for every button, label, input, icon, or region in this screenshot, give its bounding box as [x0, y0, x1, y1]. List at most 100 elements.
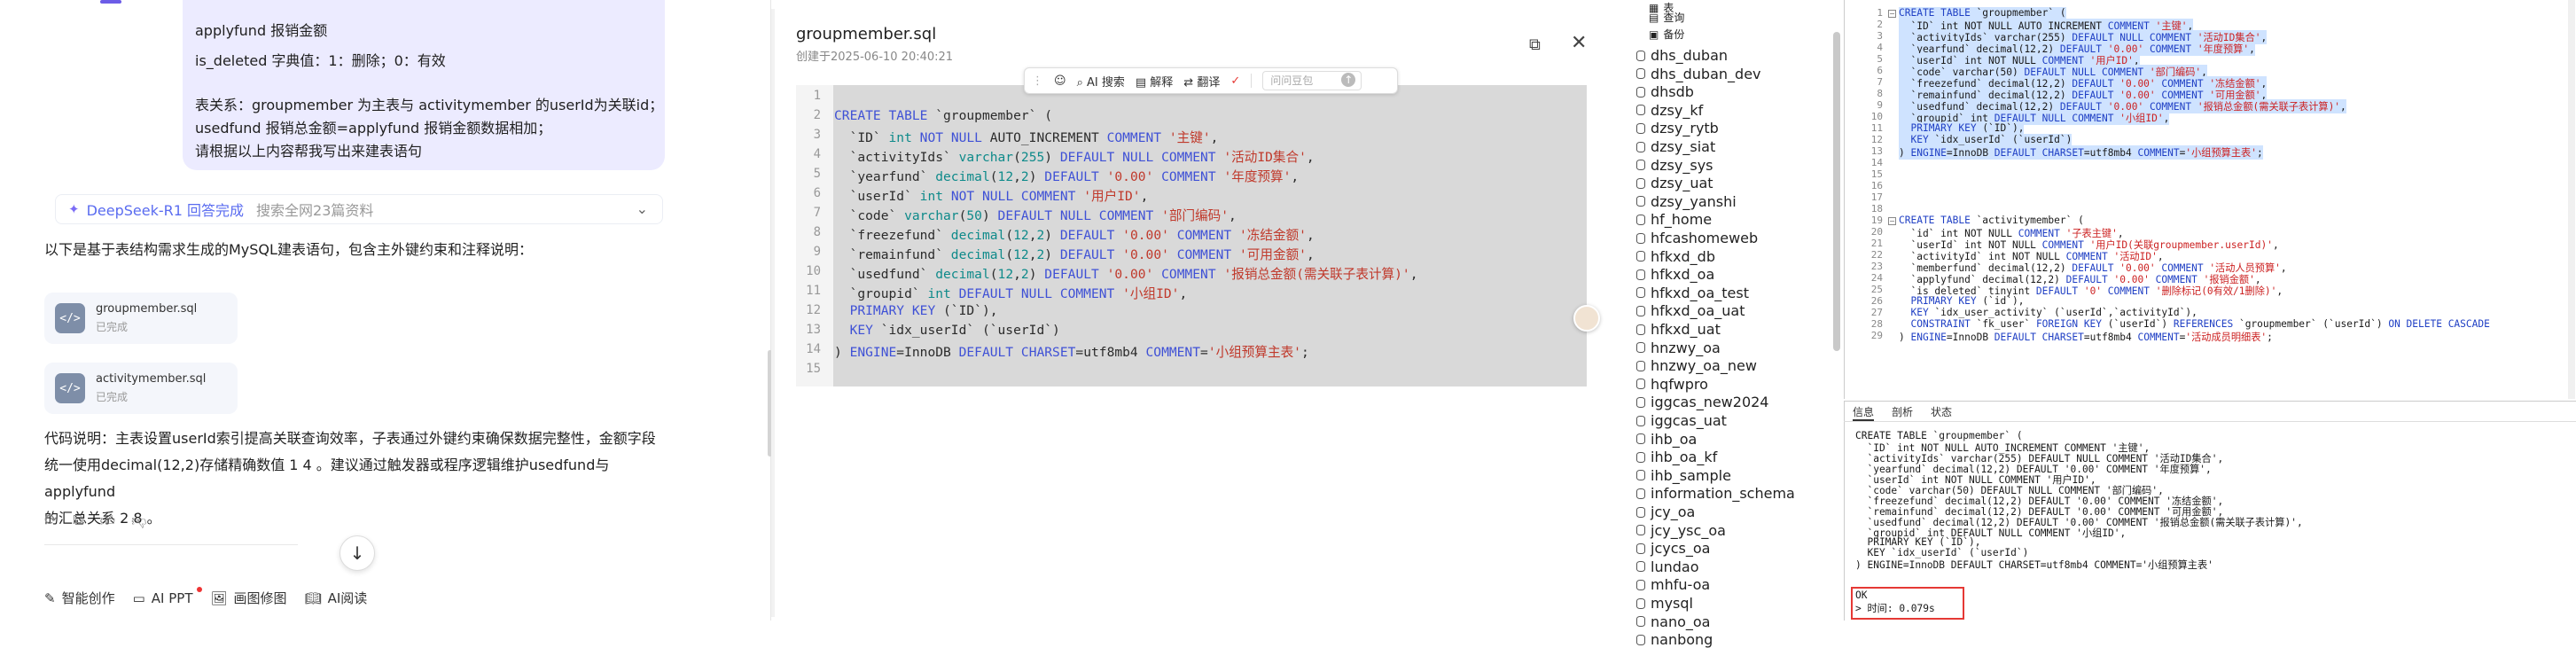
database-item[interactable]: dhs_duban — [1636, 47, 1728, 64]
database-name: hfkxd_oa_test — [1651, 284, 1749, 301]
drag-handle-icon[interactable]: ⋮ — [1032, 74, 1043, 88]
regenerate-icon[interactable]: ⟳ — [44, 511, 57, 530]
ask-input[interactable]: 问问豆包 ↑ — [1262, 71, 1362, 90]
pen-icon: ✎ — [44, 589, 56, 606]
tab-info[interactable]: 信息 — [1853, 404, 1875, 421]
database-item[interactable]: dzsy_rytb — [1636, 120, 1719, 137]
file-status: 已完成 — [96, 391, 129, 403]
database-item[interactable]: ihb_sample — [1636, 467, 1731, 484]
database-icon — [1636, 433, 1645, 445]
code-line: KEY `idx_userId` (`userId`) — [849, 323, 1060, 338]
database-item[interactable]: dzsy_kf — [1636, 102, 1703, 119]
database-item[interactable]: dhs_duban_dev — [1636, 66, 1761, 82]
database-item[interactable]: mhfu-oa — [1636, 576, 1710, 593]
book-icon: 📖︎ — [304, 589, 322, 606]
database-item[interactable]: dhsdb — [1636, 83, 1694, 100]
database-icon — [1636, 196, 1645, 207]
copy-icon[interactable]: ⧉ — [1529, 35, 1541, 54]
database-icon — [1636, 141, 1645, 152]
file-card-groupmember[interactable]: </> groupmember.sql 已完成 — [44, 293, 238, 344]
editor-line: KEY `idx_user_activity` (`userId`,`activ… — [1910, 307, 2197, 318]
database-item[interactable]: iggcas_new2024 — [1636, 394, 1768, 410]
database-item[interactable]: hfkxd_oa_uat — [1636, 302, 1745, 319]
tool-smart-create[interactable]: ✎ 智能创作 — [44, 589, 115, 607]
database-name: hnzwy_oa_new — [1651, 357, 1757, 375]
tab-status[interactable]: 状态 — [1931, 404, 1952, 421]
assistant-avatar[interactable] — [1573, 305, 1600, 332]
database-item[interactable]: hfkxd_oa — [1636, 266, 1714, 283]
database-name: hfkxd_oa_uat — [1651, 302, 1745, 320]
database-name: iggcas_uat — [1651, 412, 1727, 429]
answer-intro: 以下是基于表结构需求生成的MySQL建表语句，包含主外键约束和注释说明： — [44, 241, 533, 258]
fold-toggle-icon[interactable]: − — [1888, 217, 1896, 225]
database-item[interactable]: ihb_oa_kf — [1636, 449, 1717, 465]
database-item[interactable]: jcycs_oa — [1636, 540, 1710, 557]
code-line: `userId` int NOT NULL COMMENT '用户ID', — [834, 189, 1149, 204]
database-item[interactable]: hnzwy_oa — [1636, 340, 1721, 356]
line-number: 5 — [813, 167, 821, 181]
database-item[interactable]: dzsy_yanshi — [1636, 193, 1737, 210]
code-line: `activityIds` varchar(255) DEFAULT NULL … — [834, 150, 1315, 165]
editor-scrollbar[interactable] — [2568, 0, 2575, 399]
database-item[interactable]: nano_oa — [1636, 613, 1710, 630]
database-name: hf_home — [1651, 211, 1713, 229]
deepseek-status-bar[interactable]: ✦ DeepSeek-R1 回答完成 搜索全网23篇资料 ⌄ — [55, 194, 663, 224]
thumbs-up-icon[interactable]: 👍︎ — [99, 511, 115, 530]
database-item[interactable]: hfkxd_oa_test — [1636, 285, 1749, 301]
popup-explain[interactable]: ▤ 解释 — [1136, 73, 1173, 90]
doubao-avatar-icon: ☺ — [1054, 74, 1066, 88]
tool-image-edit[interactable]: 🖼︎ 画图修图 — [211, 589, 287, 607]
database-item[interactable]: dzsy_uat — [1636, 175, 1713, 191]
fold-toggle-icon[interactable]: − — [1888, 10, 1896, 18]
database-item[interactable]: jcy_oa — [1636, 504, 1695, 520]
database-item[interactable]: hnzwy_oa_new — [1636, 357, 1757, 374]
database-item[interactable]: mysql — [1636, 595, 1693, 612]
tree-node-backups[interactable]: ▣ 备份 — [1649, 27, 1684, 42]
database-item[interactable]: information_schema — [1636, 485, 1795, 502]
checkmark-icon[interactable]: ✓ — [1230, 74, 1240, 88]
database-item[interactable]: ihb_oa — [1636, 431, 1697, 448]
popup-translate[interactable]: ⇄ 翻译 — [1183, 73, 1220, 90]
thumbs-down-icon[interactable]: 👎︎ — [131, 511, 146, 530]
database-name: lundao — [1651, 558, 1699, 575]
database-item[interactable]: jcy_ysc_oa — [1636, 522, 1726, 539]
editor-line-number: 12 — [1870, 134, 1883, 145]
tab-profile[interactable]: 剖析 — [1892, 404, 1913, 421]
tree-scrollbar[interactable] — [1833, 32, 1840, 351]
tool-ai-read[interactable]: 📖︎ AI阅读 — [305, 589, 368, 607]
editor-line-number: 2 — [1877, 19, 1883, 30]
close-icon[interactable]: ✕ — [1571, 32, 1587, 54]
database-item[interactable]: hqfwpro — [1636, 376, 1708, 393]
code-line: `groupid` int DEFAULT NULL COMMENT '小组ID… — [834, 286, 1188, 301]
file-card-activitymember[interactable]: </> activitymember.sql 已完成 — [44, 363, 238, 414]
scroll-down-button[interactable]: ↓ — [340, 535, 375, 571]
editor-line-number: 6 — [1877, 65, 1883, 76]
database-item[interactable]: nanbong — [1636, 631, 1713, 648]
database-item[interactable]: iggcas_uat — [1636, 412, 1727, 429]
database-item[interactable]: hfcashomeweb — [1636, 230, 1758, 246]
editor-line-number: 28 — [1870, 318, 1883, 330]
database-item[interactable]: hfkxd_db — [1636, 248, 1715, 265]
copy-icon[interactable]: ⧉ — [73, 511, 83, 530]
tool-ai-ppt[interactable]: ▭ AI PPT — [132, 587, 202, 607]
editor-line: KEY `idx_userId` (`userId`) — [1899, 134, 2073, 145]
editor-line-number: 11 — [1870, 122, 1883, 134]
database-name: nano_oa — [1651, 613, 1711, 630]
database-item[interactable]: dzsy_sys — [1636, 157, 1713, 174]
editor-line: ) ENGINE=InnoDB DEFAULT CHARSET=utf8mb4 … — [1899, 332, 2273, 343]
tree-node-queries[interactable]: ▤ 查询 — [1649, 10, 1684, 25]
panel-divider[interactable] — [771, 9, 775, 617]
slides-icon: ▭ — [132, 589, 145, 606]
editor-line-number: 7 — [1877, 76, 1883, 88]
chevron-down-icon[interactable]: ⌄ — [636, 200, 648, 217]
database-item[interactable]: lundao — [1636, 558, 1698, 575]
divider — [1844, 421, 2576, 422]
send-icon[interactable]: ↑ — [1341, 73, 1356, 87]
popup-ai-search[interactable]: ⌕ AI 搜索 — [1077, 73, 1125, 90]
database-item[interactable]: dzsy_siat — [1636, 138, 1715, 155]
database-item[interactable]: hf_home — [1636, 211, 1712, 228]
backup-icon: ▣ — [1649, 27, 1659, 41]
database-name: dhsdb — [1651, 83, 1694, 101]
tool-label: AI阅读 — [327, 590, 368, 606]
database-item[interactable]: hfkxd_uat — [1636, 321, 1721, 338]
